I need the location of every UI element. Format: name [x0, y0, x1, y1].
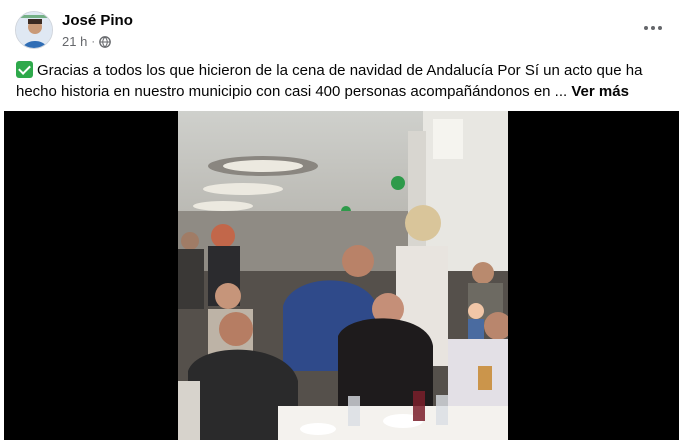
more-options-button[interactable]	[641, 16, 665, 40]
ellipsis-icon	[658, 26, 662, 30]
author-avatar[interactable]	[15, 11, 53, 49]
meta-separator: ·	[91, 35, 95, 48]
post-meta: 21 h ·	[62, 34, 111, 49]
post-text: Gracias a todos los que hicieron de la c…	[16, 60, 666, 102]
post-body: Gracias a todos los que hicieron de la c…	[16, 62, 643, 100]
post-time[interactable]: 21 h	[62, 34, 87, 49]
author-name[interactable]: José Pino	[62, 12, 133, 29]
feed-post: José Pino 21 h · Gracias a todos los que…	[0, 0, 683, 440]
see-more-link[interactable]: Ver más	[571, 83, 629, 100]
post-video[interactable]	[4, 111, 679, 440]
post-header: José Pino 21 h ·	[0, 0, 683, 56]
video-frame	[178, 111, 508, 440]
globe-icon	[99, 35, 111, 48]
check-mark-icon	[16, 61, 33, 78]
dinner-photo	[178, 111, 508, 440]
avatar-image	[16, 12, 52, 48]
ellipsis-icon	[644, 26, 648, 30]
ellipsis-icon	[651, 26, 655, 30]
